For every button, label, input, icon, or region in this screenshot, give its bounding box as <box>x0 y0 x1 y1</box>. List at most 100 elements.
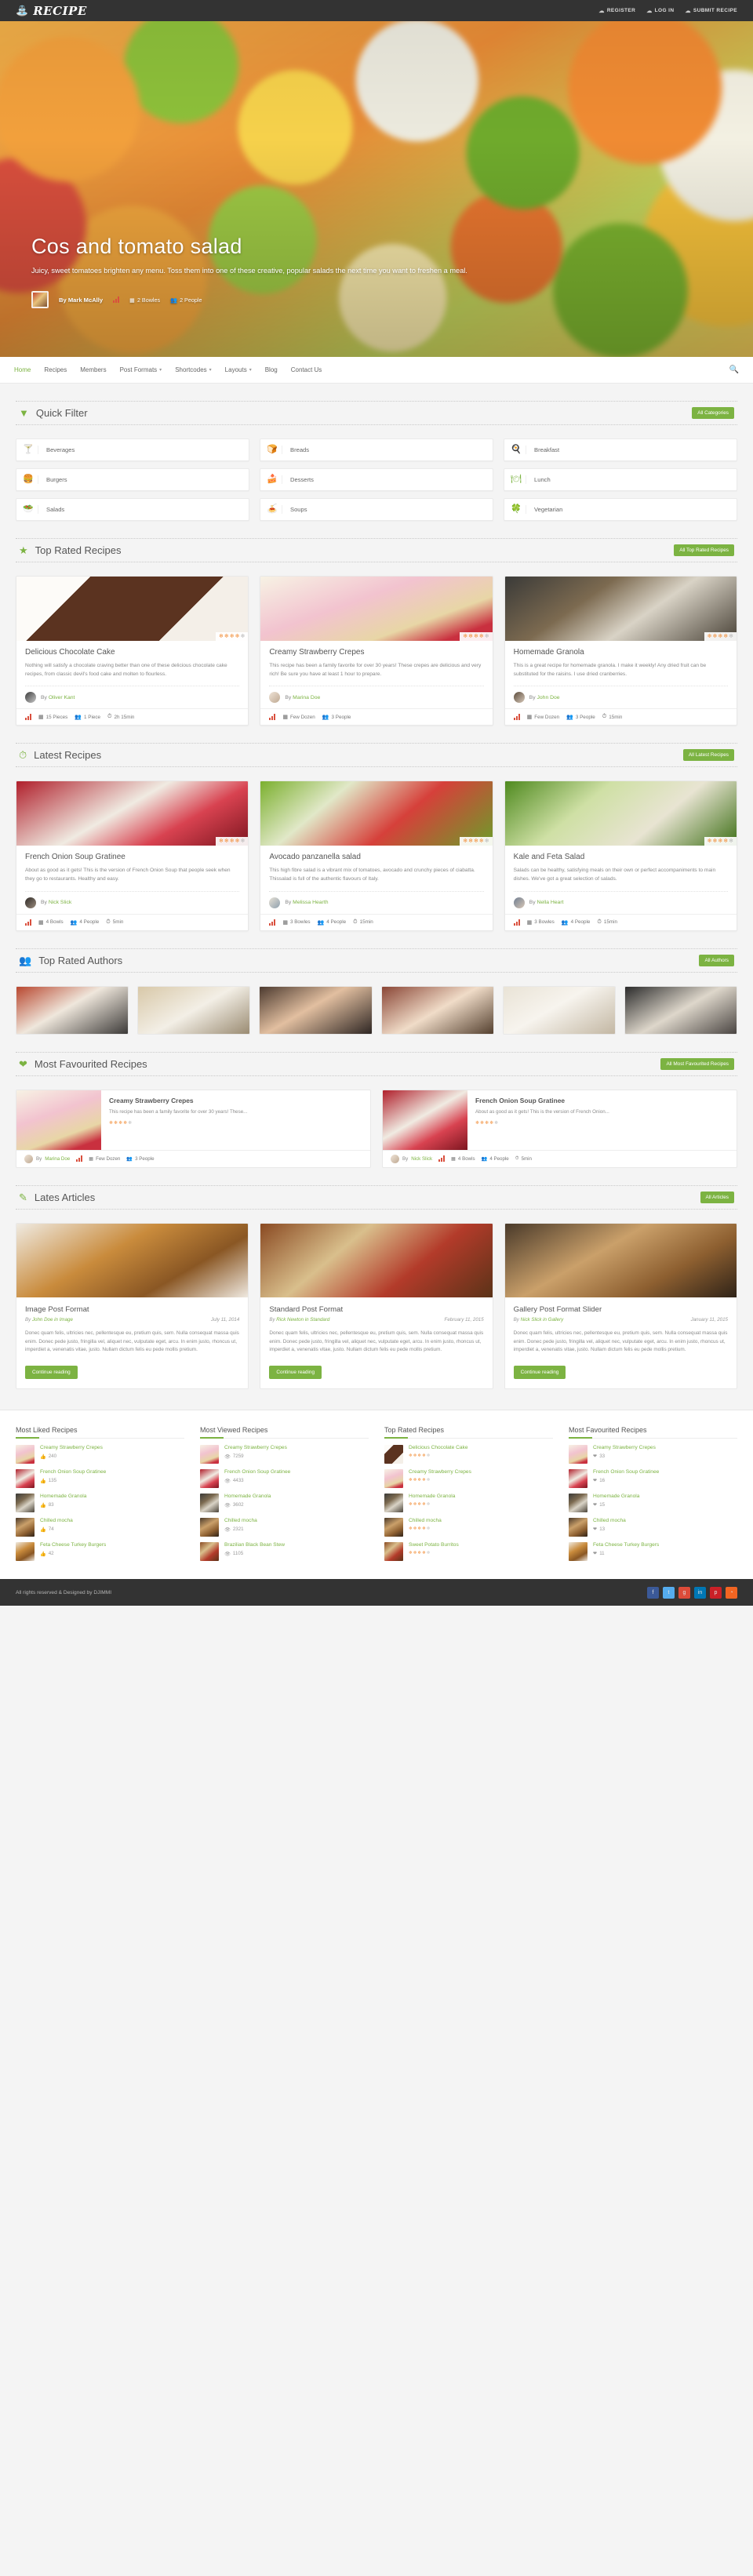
recipe-card[interactable]: ❄ ❄ ❄ ❄ ❄ Avocado panzanella salad This high f… <box>260 780 493 931</box>
nav-link-post-formats[interactable]: Post Formats ▾ <box>120 366 162 373</box>
widget-item-name[interactable]: Brazilian Black Bean Stew <box>224 1542 285 1548</box>
widget-item-name[interactable]: Creamy Strawberry Crepes <box>224 1445 287 1451</box>
nav-link-home[interactable]: Home <box>14 366 31 373</box>
widget-item-name[interactable]: Creamy Strawberry Crepes <box>40 1445 103 1451</box>
article-title[interactable]: Image Post Format <box>25 1305 239 1314</box>
category-vegetarian[interactable]: 🍀 Vegetarian <box>504 498 737 521</box>
widget-item-name[interactable]: Homemade Granola <box>40 1494 86 1500</box>
all-authors-button[interactable]: All Authors <box>699 954 734 966</box>
article-image[interactable] <box>260 1223 493 1297</box>
favourite-card[interactable]: French Onion Soup Gratinee About as good … <box>382 1089 737 1168</box>
widget-item[interactable]: Brazilian Black Bean Stew 👁 1105 <box>200 1542 369 1562</box>
recipe-author[interactable]: By Melissa Hearth <box>269 890 484 908</box>
widget-item-name[interactable]: Delicious Chocolate Cake <box>409 1445 468 1451</box>
widget-item-name[interactable]: Feta Cheese Turkey Burgers <box>593 1542 659 1548</box>
widget-item-name[interactable]: Feta Cheese Turkey Burgers <box>40 1542 106 1548</box>
continue-reading-button[interactable]: Continue reading <box>269 1366 322 1380</box>
nav-link-members[interactable]: Members <box>80 366 106 373</box>
nav-item[interactable]: Blog <box>265 366 278 373</box>
widget-item[interactable]: Feta Cheese Turkey Burgers 👍 42 <box>16 1542 184 1562</box>
recipe-image[interactable]: ❄ ❄ ❄ ❄ ❄ <box>16 577 249 641</box>
widget-item-name[interactable]: Sweet Potato Burritos <box>409 1542 459 1548</box>
facebook-icon[interactable]: f <box>647 1586 659 1599</box>
recipe-author[interactable]: By Nella Heart <box>513 890 728 908</box>
nav-link-contact-us[interactable]: Contact Us <box>291 366 322 373</box>
recipe-card[interactable]: ❄ ❄ ❄ ❄ ❄ Delicious Chocolate Cake Nothing wil… <box>16 576 249 726</box>
recipe-image[interactable]: ❄ ❄ ❄ ❄ ❄ <box>504 577 737 641</box>
category-lunch[interactable]: 🍽 Lunch <box>504 468 737 491</box>
widget-item-name[interactable]: Creamy Strawberry Crepes <box>593 1445 656 1451</box>
widget-item[interactable]: Homemade Granola 👁 3602 <box>200 1494 369 1513</box>
widget-item-name[interactable]: French Onion Soup Gratinee <box>40 1469 106 1475</box>
widget-item-name[interactable]: Homemade Granola <box>224 1494 271 1500</box>
recipe-author[interactable]: By Marina Doe <box>269 686 484 704</box>
recipe-author[interactable]: By Nick Slick <box>391 1154 432 1163</box>
widget-item[interactable]: Feta Cheese Turkey Burgers ❤ 11 <box>569 1542 737 1562</box>
all-latest-button[interactable]: All Latest Recipes <box>682 749 734 762</box>
author-card[interactable] <box>137 985 251 1035</box>
widget-item[interactable]: Chilled mocha ❤ 13 <box>569 1518 737 1537</box>
widget-item-name[interactable]: Chilled mocha <box>40 1518 73 1524</box>
nav-item[interactable]: Recipes <box>44 366 67 373</box>
category-desserts[interactable]: 🍰 Desserts <box>260 468 493 491</box>
recipe-title[interactable]: Kale and Feta Salad <box>514 853 728 861</box>
google-plus-icon[interactable]: g <box>678 1586 690 1599</box>
pinterest-icon[interactable]: p <box>710 1586 722 1599</box>
recipe-image[interactable]: ❄ ❄ ❄ ❄ ❄ <box>16 781 249 846</box>
widget-item[interactable]: Creamy Strawberry Crepes ❄ ❄ ❄ ❄ ❄ <box>384 1469 553 1489</box>
widget-item-name[interactable]: Chilled mocha <box>409 1518 442 1524</box>
widget-item-name[interactable]: Homemade Granola <box>593 1494 639 1500</box>
nav-link-recipes[interactable]: Recipes <box>44 366 67 373</box>
rss-icon[interactable]: ◔ <box>726 1586 737 1599</box>
linkedin-icon[interactable]: in <box>694 1586 706 1599</box>
all-articles-button[interactable]: All Articles <box>700 1191 734 1203</box>
recipe-title[interactable]: Creamy Strawberry Crepes <box>269 648 483 657</box>
recipe-title[interactable]: Delicious Chocolate Cake <box>25 648 239 657</box>
article-card[interactable]: Image Post Format By John Doe in Image Jul… <box>16 1222 249 1390</box>
recipe-card[interactable]: ❄ ❄ ❄ ❄ ❄ Homemade Granola This is a great rec… <box>504 576 737 726</box>
category-soups[interactable]: 🍝 Soups <box>260 498 493 521</box>
nav-item[interactable]: Members <box>80 366 106 373</box>
twitter-icon[interactable]: t <box>663 1586 675 1599</box>
nav-link-shortcodes[interactable]: Shortcodes ▾ <box>175 366 211 373</box>
category-breads[interactable]: 🍞 Breads <box>260 438 493 461</box>
author-card[interactable] <box>259 985 373 1035</box>
category-breakfast[interactable]: 🍳 Breakfast <box>504 438 737 461</box>
widget-item-name[interactable]: French Onion Soup Gratinee <box>224 1469 290 1475</box>
favourite-card[interactable]: Creamy Strawberry Crepes This recipe has … <box>16 1089 371 1168</box>
recipe-card[interactable]: ❄ ❄ ❄ ❄ ❄ Creamy Strawberry Crepes This recipe… <box>260 576 493 726</box>
nav-link-layouts[interactable]: Layouts ▾ <box>225 366 252 373</box>
all-categories-button[interactable]: All Categories <box>692 407 734 419</box>
article-image[interactable] <box>504 1223 737 1297</box>
widget-item[interactable]: French Onion Soup Gratinee 👍 135 <box>16 1469 184 1489</box>
recipe-title[interactable]: Avocado panzanella salad <box>269 853 483 861</box>
widget-item[interactable]: Creamy Strawberry Crepes ❤ 33 <box>569 1445 737 1464</box>
article-card[interactable]: Standard Post Format By Rick Newton in St… <box>260 1222 493 1390</box>
widget-item[interactable]: Creamy Strawberry Crepes 👁 7259 <box>200 1445 369 1464</box>
recipe-image[interactable]: ❄ ❄ ❄ ❄ ❄ <box>260 781 493 846</box>
nav-item[interactable]: Home <box>14 366 31 373</box>
recipe-title[interactable]: French Onion Soup Gratinee <box>25 853 239 861</box>
recipe-author[interactable]: By Oliver Kant <box>25 686 240 704</box>
widget-item[interactable]: Chilled mocha 👁 2321 <box>200 1518 369 1537</box>
widget-item[interactable]: Sweet Potato Burritos ❄ ❄ ❄ ❄ ❄ <box>384 1542 553 1562</box>
recipe-author[interactable]: By John Doe <box>513 686 728 704</box>
topnav-register[interactable]: ☁ REGISTER <box>598 8 635 14</box>
recipe-image[interactable] <box>383 1090 467 1150</box>
category-salads[interactable]: 🥗 Salads <box>16 498 249 521</box>
widget-item-name[interactable]: Chilled mocha <box>593 1518 626 1524</box>
recipe-image[interactable]: ❄ ❄ ❄ ❄ ❄ <box>504 781 737 846</box>
recipe-title[interactable]: French Onion Soup Gratinee <box>475 1097 729 1104</box>
recipe-author[interactable]: By Marina Doe <box>24 1154 70 1163</box>
widget-item[interactable]: Creamy Strawberry Crepes 👍 240 <box>16 1445 184 1464</box>
widget-item[interactable]: Chilled mocha 👍 74 <box>16 1518 184 1537</box>
widget-item[interactable]: Chilled mocha ❄ ❄ ❄ ❄ ❄ <box>384 1518 553 1537</box>
widget-item-name[interactable]: Homemade Granola <box>409 1494 455 1500</box>
nav-link-blog[interactable]: Blog <box>265 366 278 373</box>
author-card[interactable] <box>380 985 494 1035</box>
widget-item[interactable]: Homemade Granola ❤ 15 <box>569 1494 737 1513</box>
author-card[interactable] <box>624 985 737 1035</box>
widget-item[interactable]: Homemade Granola 👍 83 <box>16 1494 184 1513</box>
nav-item[interactable]: Layouts ▾ <box>225 366 252 373</box>
category-beverages[interactable]: 🍸 Beverages <box>16 438 249 461</box>
